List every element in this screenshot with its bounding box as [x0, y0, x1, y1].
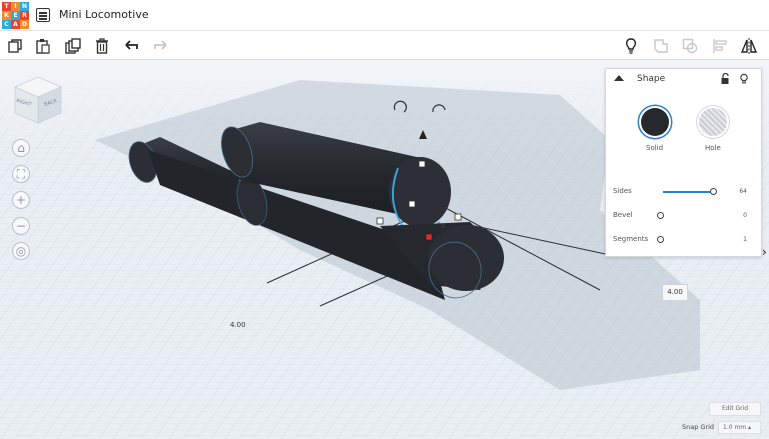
undo-icon	[125, 40, 138, 50]
copy-icon	[8, 39, 22, 53]
logo-letter: T	[2, 2, 11, 11]
resize-handle[interactable]	[441, 224, 445, 228]
fit-view-button[interactable]: ⛶	[12, 165, 30, 183]
paste-icon	[36, 39, 50, 54]
align-icon	[713, 39, 727, 53]
redo-button[interactable]	[150, 36, 170, 56]
zoom-out-button[interactable]: −	[12, 217, 30, 235]
redo-icon	[154, 40, 167, 50]
edit-grid-button[interactable]: Edit Grid	[709, 402, 761, 416]
logo-letter: I	[11, 2, 20, 11]
notes-button[interactable]	[621, 36, 641, 56]
align-button[interactable]	[710, 36, 730, 56]
panel-title: Shape	[637, 74, 666, 84]
ungroup-button[interactable]	[680, 36, 700, 56]
zoom-in-button[interactable]: +	[12, 191, 30, 209]
resize-handle[interactable]	[408, 200, 416, 208]
design-title[interactable]: Mini Locomotive	[59, 8, 149, 21]
sides-slider-knob[interactable]	[710, 188, 717, 195]
logo-letter: N	[20, 2, 29, 11]
logo-letter: A	[11, 20, 20, 29]
resize-handle[interactable]	[376, 217, 384, 225]
resize-handle[interactable]	[418, 160, 426, 168]
segments-value[interactable]: 1	[743, 236, 747, 243]
ortho-button[interactable]: ◎	[12, 242, 30, 260]
snap-grid-select[interactable]: 1.0 mm ▴	[718, 421, 761, 434]
design-menu-icon[interactable]	[36, 8, 50, 22]
base-handle[interactable]	[425, 233, 433, 241]
snap-grid-label: Snap Grid	[682, 423, 715, 431]
home-icon: ⌂	[17, 141, 25, 155]
hole-swatch[interactable]	[699, 108, 727, 136]
home-view-button[interactable]: ⌂	[12, 139, 30, 157]
title-bar: T I N K E R C A D Mini Locomotive	[0, 0, 769, 31]
segments-label: Segments	[613, 235, 649, 243]
paste-button[interactable]	[33, 36, 53, 56]
duplicate-button[interactable]	[63, 36, 83, 56]
panel-header: Shape	[606, 69, 763, 90]
group-icon	[654, 39, 668, 53]
sides-label: Sides	[613, 187, 632, 195]
segments-slider-knob[interactable]	[657, 236, 664, 243]
zoom-out-icon: −	[15, 219, 27, 233]
delete-button[interactable]	[92, 36, 112, 56]
logo-letter: K	[2, 11, 11, 20]
resize-handle[interactable]	[454, 213, 462, 221]
mirror-icon	[740, 38, 758, 54]
fit-icon: ⛶	[16, 167, 26, 181]
solid-color-swatch[interactable]	[641, 108, 669, 136]
logo-letter: E	[11, 11, 20, 20]
sides-slider[interactable]	[663, 191, 713, 193]
lightbulb-icon[interactable]	[739, 73, 749, 85]
lightbulb-icon	[626, 38, 636, 54]
solid-label: Solid	[646, 144, 664, 152]
sides-value[interactable]: 64	[739, 188, 747, 195]
toolbar	[0, 31, 769, 60]
bevel-value[interactable]: 0	[743, 212, 747, 219]
bevel-label: Bevel	[613, 211, 633, 219]
undo-button[interactable]	[122, 36, 142, 56]
trash-icon	[96, 38, 108, 54]
logo-letter: D	[20, 20, 29, 29]
ortho-icon: ◎	[15, 244, 27, 258]
copy-button[interactable]	[5, 36, 25, 56]
zoom-in-icon: +	[15, 193, 27, 207]
collapse-icon[interactable]	[614, 75, 624, 81]
dimension-input[interactable]: 4.00	[662, 284, 688, 301]
lock-icon[interactable]	[720, 73, 730, 85]
shape-panel: Shape Solid Hole Sides 64 Bevel 0 Segmen…	[605, 68, 762, 257]
mirror-button[interactable]	[739, 36, 759, 56]
duplicate-icon	[65, 38, 81, 54]
expand-panel-chevron-icon[interactable]: ›	[762, 243, 769, 261]
hole-label: Hole	[705, 144, 721, 152]
bevel-slider-knob[interactable]	[657, 212, 664, 219]
logo-letter: C	[2, 20, 11, 29]
dimension-label[interactable]: 4.00	[230, 321, 246, 329]
logo-letter: R	[20, 11, 29, 20]
tinkercad-logo[interactable]: T I N K E R C A D	[2, 2, 29, 29]
group-button[interactable]	[651, 36, 671, 56]
ungroup-icon	[682, 38, 698, 54]
cylinder-end[interactable]	[428, 225, 504, 291]
